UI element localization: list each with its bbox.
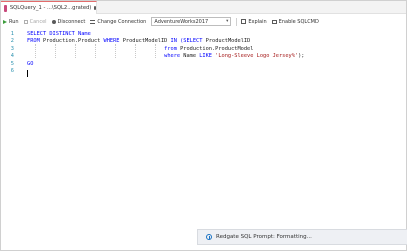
change-connection-label: Change Connection [97,18,147,25]
explain-button[interactable]: Explain [241,18,267,25]
code-line[interactable]: 3 from Production.ProductModel [1,45,406,53]
code-token: from [27,45,181,52]
explain-icon [241,19,247,24]
code-token: Production.ProductModel [180,45,254,52]
database-select[interactable]: AdventureWorks2017 ▾ [151,17,232,26]
code-text: from Production.ProductModel [27,46,253,52]
code-token: ); [298,53,305,60]
notification-toast[interactable]: Redgate SQL Prompt: Formatting... [197,229,407,245]
sql-file-icon [4,4,7,12]
chevron-down-icon: ▾ [226,19,229,24]
tab-title: SQLQuery_1 - ...\SQL2...grated) [9,5,92,11]
line-number: 6 [10,68,14,75]
unsaved-dot-icon[interactable] [94,6,96,10]
query-editor-window: SQLQuery_1 - ...\SQL2...grated) Run Canc… [0,0,407,251]
code-token: 'Long-Sleeve Logo Jersey%' [215,53,299,60]
code-token: SELECT DISTINCT Name [27,30,91,37]
info-icon [206,234,212,240]
line-number: 3 [10,45,14,52]
disconnect-label: Disconnect [57,18,86,25]
line-number: 1 [10,30,14,37]
code-token: FROM [27,38,43,45]
code-text: GO [27,61,33,67]
line-number: 2 [10,38,14,45]
code-token: ProductModelID [122,38,171,45]
code-line[interactable]: 2 FROM Production.Product WHERE ProductMo… [1,38,406,46]
query-toolbar: Run Cancel Disconnect Change Connection … [1,15,406,28]
sqlcmd-icon [271,19,277,24]
toolbar-divider [236,17,238,26]
code-line[interactable]: 4 where Name LIKE 'Long-Sleeve Logo Jers… [1,53,406,61]
change-connection-icon [90,19,96,24]
code-token: ProductModelID [205,38,251,45]
code-line[interactable]: 5 GO [1,60,406,68]
code-token: (SELECT [180,38,206,45]
code-token: Production.Product [42,38,104,45]
run-label: Run [9,18,19,25]
code-text: where Name LIKE 'Long-Sleeve Logo Jersey… [27,53,304,59]
tab-strip: SQLQuery_1 - ...\SQL2...grated) [1,1,406,14]
enable-sqlcmd-button[interactable]: Enable SQLCMD [271,18,319,25]
notification-text: Redgate SQL Prompt: Formatting... [216,234,312,240]
change-connection-button[interactable]: Change Connection [90,19,146,25]
tab-sqlquery[interactable]: SQLQuery_1 - ...\SQL2...grated) [1,1,97,14]
code-token: IN [170,38,181,45]
code-text: SELECT DISTINCT Name [27,31,91,37]
code-token: Name [183,53,200,60]
stop-icon [23,19,28,24]
code-token: WHERE [103,38,123,45]
database-value: AdventureWorks2017 [154,18,209,25]
disconnect-icon [51,19,56,24]
explain-label: Explain [248,18,267,25]
code-token: GO [27,60,34,67]
play-icon [3,19,7,24]
cancel-label: Cancel [29,18,47,25]
enable-sqlcmd-label: Enable SQLCMD [278,18,319,25]
code-line[interactable]: 1 SELECT DISTINCT Name [1,30,406,38]
code-line[interactable]: 6 [1,68,406,78]
code-token: where [27,53,184,60]
run-button[interactable]: Run [3,19,19,25]
line-number: 5 [10,60,14,67]
disconnect-button[interactable]: Disconnect [51,18,86,25]
code-text: FROM Production.Product WHERE ProductMod… [27,38,250,44]
line-number: 4 [10,53,14,60]
code-editor[interactable]: 1 SELECT DISTINCT Name 2 FROM Production.Pr… [1,30,406,220]
cancel-button[interactable]: Cancel [23,18,47,25]
code-token: LIKE [199,53,216,60]
